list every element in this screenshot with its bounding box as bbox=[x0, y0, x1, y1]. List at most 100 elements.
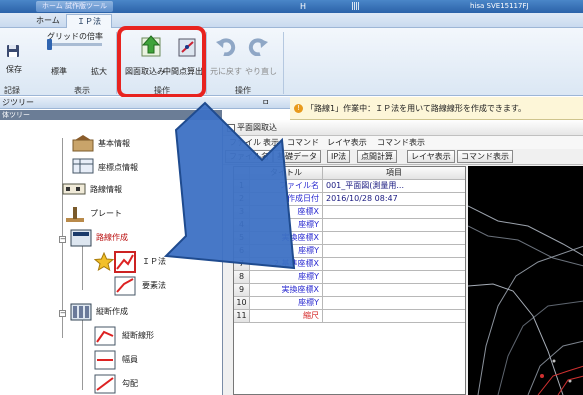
ribbon-tab-strip: ホーム ＩＰ法 bbox=[0, 13, 583, 28]
table-cell-value[interactable] bbox=[323, 284, 465, 297]
left-pane-header: ジツリー ㅁ bbox=[0, 97, 290, 109]
table-header bbox=[234, 167, 250, 180]
table-header: 項目 bbox=[323, 167, 465, 180]
dialog-toolbar: ファイル名 基礎データ IP法 点間計算 レイヤ表示 コマンド表示 bbox=[223, 149, 583, 165]
left-pane-title: ジツリー bbox=[2, 98, 34, 107]
collapse-toggle[interactable]: − bbox=[59, 236, 66, 243]
tree-label: 路線作成 bbox=[96, 233, 128, 242]
slider-thumb[interactable] bbox=[47, 39, 52, 50]
table-cell-value[interactable] bbox=[323, 206, 465, 219]
redo-button[interactable]: やり直し bbox=[245, 66, 277, 77]
profile-line-icon bbox=[94, 326, 116, 346]
grid-scale-slider[interactable] bbox=[47, 43, 102, 46]
ip-method-icon bbox=[114, 251, 136, 273]
width-icon bbox=[94, 350, 116, 370]
tree-item-plate[interactable]: プレート bbox=[64, 204, 122, 226]
tree-label: 縦断線形 bbox=[122, 331, 154, 340]
row-number: 5 bbox=[234, 232, 250, 245]
table-cell-title[interactable]: 座標Y bbox=[250, 245, 323, 258]
menu-layer-display[interactable]: レイヤ表示 bbox=[327, 137, 367, 148]
cad-drawing-canvas[interactable] bbox=[468, 166, 583, 395]
table-cell-title[interactable]: 座標Y bbox=[250, 219, 323, 232]
attribute-table: タイトル 項目 1 ファイル名 001_平面図(測量用... 2 作成日付 2016/10… bbox=[233, 166, 466, 395]
menu-command[interactable]: コマンド bbox=[287, 137, 319, 148]
tree-item-coordinate-info[interactable]: 座標点情報 bbox=[72, 158, 138, 176]
tree-item-profile-create[interactable]: 縦断作成 bbox=[70, 302, 128, 324]
row-number: 4 bbox=[234, 219, 250, 232]
tree-connector bbox=[82, 320, 83, 390]
coordinate-info-icon bbox=[72, 158, 94, 174]
table-cell-title[interactable]: 実換座標X bbox=[250, 284, 323, 297]
table-cell-title[interactable]: 座標Y bbox=[250, 271, 323, 284]
ribbon: 保存 グリッドの倍率 標準 拡大 図面取込み 中間点算出 元に戻す やり直し 記… bbox=[0, 28, 583, 96]
star-icon bbox=[94, 252, 114, 272]
group-label-record: 記録 bbox=[4, 86, 20, 95]
save-icon[interactable] bbox=[6, 44, 20, 58]
undo-button[interactable]: 元に戻す bbox=[210, 66, 242, 77]
standard-button[interactable]: 標準 bbox=[51, 66, 67, 77]
plate-icon bbox=[66, 207, 84, 222]
redo-icon[interactable] bbox=[248, 38, 268, 56]
tree-label: 路線情報 bbox=[90, 185, 122, 194]
table-cell-title[interactable]: 実換座標X bbox=[250, 232, 323, 245]
menu-view[interactable]: 表示 bbox=[263, 137, 279, 148]
row-number: 8 bbox=[234, 271, 250, 284]
tree-item-profile-line[interactable]: 縦断線形 bbox=[94, 326, 154, 348]
title-bar: ホーム 試作版ツール H hisa SVE15117FJ bbox=[0, 0, 583, 13]
command-display-button[interactable]: コマンド表示 bbox=[457, 150, 513, 163]
tree-item-slope[interactable]: 勾配 bbox=[94, 374, 138, 395]
table-cell-value[interactable] bbox=[323, 271, 465, 284]
table-cell-title[interactable]: 座標X bbox=[250, 206, 323, 219]
tab-home[interactable]: ホーム bbox=[26, 14, 70, 28]
info-icon: ! bbox=[294, 104, 303, 113]
point-distance-button[interactable]: 点間計算 bbox=[357, 150, 397, 163]
table-cell-title[interactable]: ファイル名 bbox=[250, 180, 323, 193]
route-info-icon bbox=[62, 183, 86, 195]
table-cell-value[interactable] bbox=[323, 245, 465, 258]
tree-item-basic-info[interactable]: 基本情報 bbox=[72, 134, 130, 154]
row-number: 10 bbox=[234, 297, 250, 310]
table-cell-value[interactable] bbox=[323, 219, 465, 232]
zoom-button[interactable]: 拡大 bbox=[91, 66, 107, 77]
pin-icon[interactable]: ㅁ bbox=[262, 97, 269, 108]
group-separator bbox=[206, 32, 207, 94]
layer-display-button[interactable]: レイヤ表示 bbox=[407, 150, 455, 163]
table-cell-value[interactable] bbox=[323, 258, 465, 271]
tree-item-route-info[interactable]: 路線情報 bbox=[62, 180, 122, 198]
table-cell-title[interactable]: 座標Y bbox=[250, 297, 323, 310]
base-data-button[interactable]: 基礎データ bbox=[273, 150, 321, 163]
tree-item-element-method[interactable]: 要素法 bbox=[114, 276, 166, 298]
menu-file[interactable]: ファイル bbox=[229, 137, 261, 148]
group-label-operation-2: 操作 bbox=[235, 86, 251, 95]
table-cell-title[interactable]: 作成日付 bbox=[250, 193, 323, 206]
menu-command-display[interactable]: コマンド表示 bbox=[377, 137, 425, 148]
tree-item-route-create[interactable]: 路線作成 bbox=[70, 228, 128, 250]
tree-label: プレート bbox=[90, 209, 122, 218]
app-menu-tab[interactable]: ホーム 試作版ツール bbox=[36, 1, 114, 12]
save-button-label[interactable]: 保存 bbox=[6, 64, 22, 75]
table-cell-value[interactable] bbox=[323, 297, 465, 310]
row-number: 9 bbox=[234, 284, 250, 297]
tree-label: 基本情報 bbox=[98, 139, 130, 148]
group-label-view: 表示 bbox=[74, 86, 90, 95]
table-cell-title[interactable]: 2.基準座標X bbox=[250, 258, 323, 271]
filename-button[interactable]: ファイル名 bbox=[225, 150, 273, 163]
ip-method-button[interactable]: IP法 bbox=[327, 150, 351, 163]
tree-label: ＩＰ法 bbox=[142, 257, 166, 266]
table-cell-value[interactable]: 2016/10/28 08:47 bbox=[323, 193, 465, 206]
info-bar: ! 「路線1」作業中：ＩＰ法を用いて路線線形を作成できます。 bbox=[290, 97, 583, 120]
row-number: 7 bbox=[234, 258, 250, 271]
table-cell-value[interactable] bbox=[323, 232, 465, 245]
tab-ip-method[interactable]: ＩＰ法 bbox=[66, 14, 112, 28]
tree-label: 要素法 bbox=[142, 281, 166, 290]
table-cell-value[interactable] bbox=[323, 310, 465, 323]
table-cell-title[interactable]: 縮尺 bbox=[250, 310, 323, 323]
table-header: タイトル bbox=[250, 167, 323, 180]
element-method-icon bbox=[114, 276, 136, 296]
user-machine-label: hisa SVE15117FJ bbox=[470, 2, 529, 10]
undo-icon[interactable] bbox=[216, 38, 236, 56]
table-cell-value[interactable]: 001_平面図(測量用... bbox=[323, 180, 465, 193]
highlight-box bbox=[117, 26, 206, 98]
tree-item-width[interactable]: 幅員 bbox=[94, 350, 138, 372]
collapse-toggle[interactable]: − bbox=[59, 310, 66, 317]
